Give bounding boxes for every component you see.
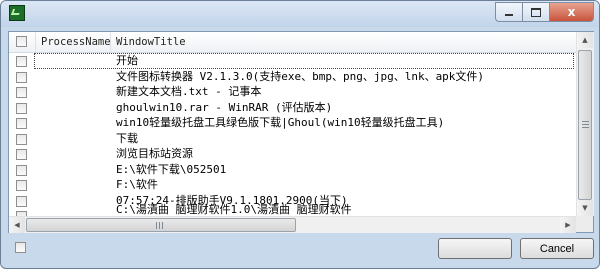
row-checkbox[interactable] xyxy=(16,164,27,176)
row-window-title: E:\软件下载\052501 xyxy=(116,162,227,176)
process-list: ProcessName WindowTitle 开始 文件图标转换器 V2.1.3… xyxy=(8,31,594,233)
title-bar[interactable]: x xyxy=(1,1,599,27)
table-row[interactable]: 下载 xyxy=(9,131,576,147)
ok-button[interactable] xyxy=(438,238,512,259)
chevron-left-icon: ◀ xyxy=(14,221,20,229)
table-row[interactable]: F:\软件 xyxy=(9,177,576,193)
header-select-all-cell xyxy=(9,32,36,52)
row-checkbox[interactable] xyxy=(16,71,27,83)
maximize-button[interactable] xyxy=(522,2,549,22)
table-row[interactable]: 文件图标转换器 V2.1.3.0(支持exe、bmp、png、jpg、lnk、a… xyxy=(9,69,576,85)
row-window-title: 下载 xyxy=(116,131,138,145)
grip-line xyxy=(162,222,163,229)
grip-line xyxy=(582,124,589,125)
chevron-up-icon: ▲ xyxy=(582,36,588,44)
minimize-button[interactable] xyxy=(495,2,522,22)
chevron-right-icon: ▶ xyxy=(565,221,571,229)
scroll-left-button[interactable]: ◀ xyxy=(9,217,25,233)
row-checkbox[interactable] xyxy=(16,118,27,129)
column-header-windowtitle[interactable]: WindowTitle xyxy=(111,32,576,52)
row-checkbox[interactable] xyxy=(16,180,27,191)
row-window-title: C:\湯漬曲 脑理财软件1.0\湯漬曲 脑理财软件 xyxy=(116,203,352,216)
vertical-scroll-thumb[interactable] xyxy=(578,50,592,200)
scroll-down-button[interactable]: ▼ xyxy=(577,200,593,216)
footer-checkbox[interactable] xyxy=(15,242,26,253)
column-header-processname[interactable]: ProcessName xyxy=(36,32,111,52)
vertical-scrollbar[interactable]: ▲ ▼ xyxy=(576,32,594,216)
grip-line xyxy=(159,222,160,229)
scroll-up-button[interactable]: ▲ xyxy=(577,32,593,48)
row-window-title: 文件图标转换器 V2.1.3.0(支持exe、bmp、png、jpg、lnk、a… xyxy=(116,69,485,83)
table-row[interactable]: win10轻量级托盘工具绿色版下载|Ghoul(win10轻量级托盘工具) xyxy=(9,115,576,131)
row-checkbox[interactable] xyxy=(16,133,27,145)
scrollbar-corner xyxy=(576,216,593,232)
app-icon xyxy=(9,5,25,21)
cancel-button[interactable]: Cancel xyxy=(520,238,594,259)
row-window-title: 新建文本文档.txt - 记事本 xyxy=(116,85,262,98)
maximize-icon xyxy=(531,7,541,17)
row-checkbox[interactable] xyxy=(16,149,27,160)
list-rows: 开始 文件图标转换器 V2.1.3.0(支持exe、bmp、png、jpg、lnk… xyxy=(9,53,576,217)
list-header: ProcessName WindowTitle xyxy=(9,32,576,53)
process-window: x ProcessName WindowTitle 开始 文件图标转换器 V2.1… xyxy=(0,0,600,269)
row-checkbox[interactable] xyxy=(16,195,27,207)
row-checkbox[interactable] xyxy=(16,102,27,114)
table-row[interactable]: 开始 xyxy=(9,53,576,69)
minimize-icon xyxy=(505,14,513,16)
scroll-right-button[interactable]: ▶ xyxy=(560,217,576,233)
row-window-title: ghoulwin10.rar - WinRAR (评估版本) xyxy=(116,100,333,114)
close-button[interactable]: x xyxy=(549,2,594,22)
table-row[interactable]: ghoulwin10.rar - WinRAR (评估版本) xyxy=(9,100,576,116)
grip-line xyxy=(156,222,157,229)
caption-buttons: x xyxy=(495,2,594,22)
horizontal-scrollbar[interactable]: ◀ ▶ xyxy=(9,216,576,233)
row-checkbox[interactable] xyxy=(16,56,27,67)
row-checkbox[interactable] xyxy=(16,87,27,98)
row-window-title: win10轻量级托盘工具绿色版下载|Ghoul(win10轻量级托盘工具) xyxy=(116,116,445,129)
select-all-checkbox[interactable] xyxy=(16,36,27,47)
chevron-down-icon: ▼ xyxy=(582,204,588,212)
table-row[interactable]: 新建文本文档.txt - 记事本 xyxy=(9,84,576,100)
row-window-title: 浏览目标站资源 xyxy=(116,147,193,160)
grip-line xyxy=(582,121,589,122)
row-window-title: F:\软件 xyxy=(116,178,158,191)
row-window-title: 开始 xyxy=(34,53,574,69)
grip-line xyxy=(582,127,589,128)
horizontal-scroll-thumb[interactable] xyxy=(26,218,296,232)
close-icon: x xyxy=(567,5,576,19)
table-row[interactable]: E:\软件下载\052501 xyxy=(9,162,576,178)
table-row[interactable]: 浏览目标站资源 xyxy=(9,146,576,162)
